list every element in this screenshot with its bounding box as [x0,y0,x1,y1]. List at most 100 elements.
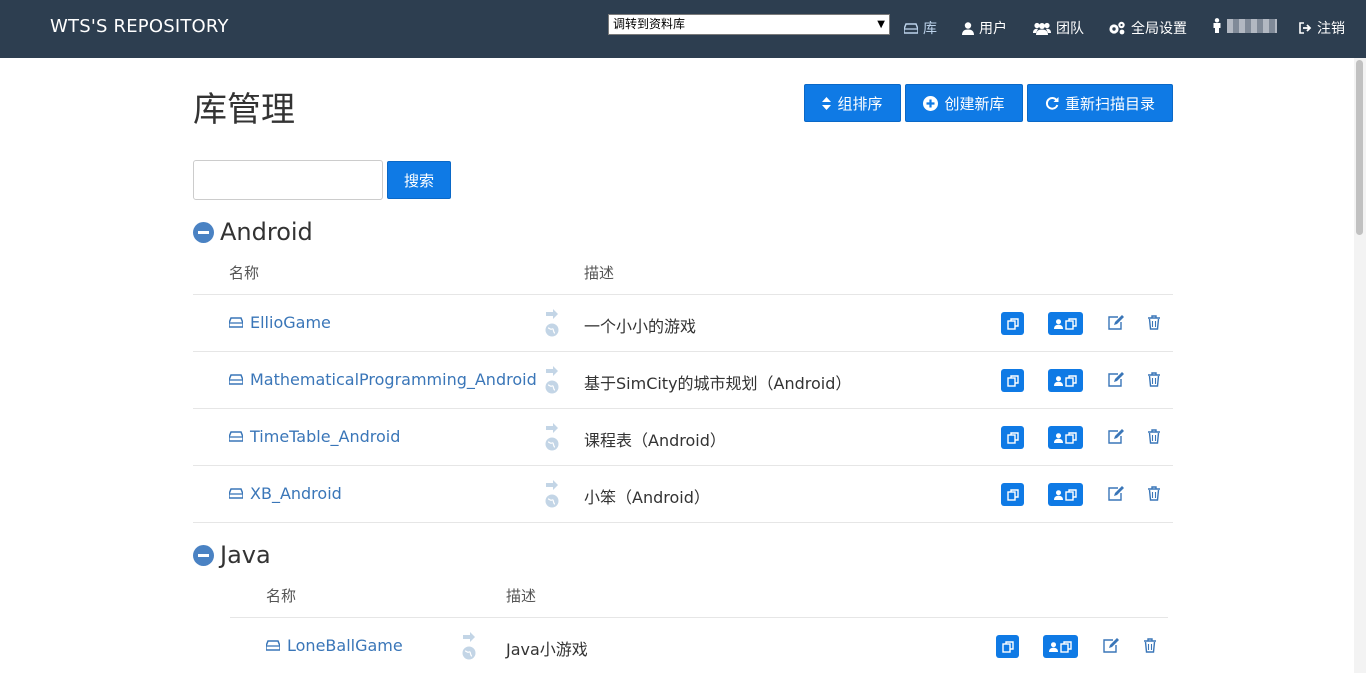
refresh-icon [1045,97,1059,110]
page-scrollbar[interactable] [1354,58,1366,673]
globe-icon [545,437,559,451]
copy-icon [1006,431,1019,444]
share-arrow-icon [546,480,558,490]
sort-groups-button[interactable]: 组排序 [804,84,901,122]
search-button[interactable]: 搜索 [387,161,451,199]
globe-icon [462,646,476,660]
group-header-android[interactable]: Android [193,218,313,246]
share-arrow-icon [546,423,558,433]
repo-link[interactable]: LoneBallGame [266,636,403,655]
group-name: Java [220,541,271,569]
page-title: 库管理 [193,90,295,130]
search-input[interactable] [193,160,383,200]
trash-icon[interactable] [1144,638,1156,653]
hdd-icon [229,317,243,328]
row-divider [193,294,1173,295]
plus-circle-icon [923,95,939,111]
nav-repos-label: 库 [923,21,937,37]
nav-logout[interactable]: 注销 [1299,18,1345,38]
repo-description: 基于SimCity的城市规划（Android） [584,374,852,393]
collapse-minus-icon[interactable] [193,544,214,566]
nav-logout-label: 注销 [1317,21,1345,37]
trash-icon[interactable] [1148,486,1160,501]
copy-repo-button[interactable] [1001,369,1024,392]
user-icon [1054,375,1063,386]
repo-name: XB_Android [250,484,342,503]
user-copy-button[interactable] [1048,312,1083,335]
rescan-directory-button[interactable]: 重新扫描目录 [1027,84,1173,122]
repo-name: LoneBallGame [287,636,403,655]
copy-icon [1065,317,1077,330]
copy-repo-button[interactable] [1001,312,1024,335]
copy-repo-button[interactable] [1001,426,1024,449]
repo-link[interactable]: EllioGame [229,313,331,332]
rescan-directory-label: 重新扫描目录 [1064,94,1155,113]
repo-description: Java小游戏 [506,640,588,659]
hdd-icon [229,488,243,499]
nav-global-settings[interactable]: 全局设置 [1108,18,1187,38]
edit-icon[interactable] [1108,486,1124,501]
trash-icon[interactable] [1148,429,1160,444]
user-icon [1054,432,1063,443]
hdd-icon [904,22,918,34]
row-divider [193,351,1173,352]
column-header-name: 名称 [229,264,260,282]
nav-current-user[interactable] [1212,18,1277,33]
blurred-username [1227,18,1277,33]
collapse-minus-icon[interactable] [193,221,214,243]
copy-icon [1006,374,1019,387]
user-copy-button[interactable] [1048,483,1083,506]
share-arrow-icon [546,309,558,319]
repo-link[interactable]: TimeTable_Android [229,427,400,446]
column-header-description: 描述 [506,587,537,605]
copy-icon [1006,488,1019,501]
repo-status-icons [545,480,559,508]
repo-link[interactable]: XB_Android [229,484,342,503]
user-copy-button[interactable] [1048,369,1083,392]
user-icon [1054,318,1063,329]
nav-users-label: 用户 [979,21,1007,37]
user-copy-button[interactable] [1043,635,1078,658]
hdd-icon [229,374,243,385]
repo-status-icons [462,632,476,660]
group-header-java[interactable]: Java [193,541,271,569]
copy-repo-button[interactable] [996,635,1019,658]
create-repo-label: 创建新库 [944,94,1005,113]
repo-name: EllioGame [250,313,331,332]
trash-icon[interactable] [1148,315,1160,330]
nav-repos[interactable]: 库 [904,18,937,38]
copy-icon [1065,488,1077,501]
scrollbar-thumb[interactable] [1356,60,1363,235]
user-copy-button[interactable] [1048,426,1083,449]
copy-icon [1065,431,1077,444]
sort-icon [822,96,832,110]
repo-link[interactable]: MathematicalProgramming_Android [229,370,537,389]
cogs-icon [1109,21,1125,35]
trash-icon[interactable] [1148,372,1160,387]
column-header-description: 描述 [584,264,615,282]
create-repo-button[interactable]: 创建新库 [905,84,1023,122]
edit-icon[interactable] [1103,638,1119,653]
person-icon [1213,18,1221,33]
copy-icon [1006,317,1019,330]
group-name: Android [220,218,313,246]
top-navbar: WTS'S REPOSITORY 调转到资料库 ▼ 库 用户 团队 全局设置 注… [0,0,1366,58]
globe-icon [545,380,559,394]
repo-description: 一个小小的游戏 [584,317,697,336]
group-icon [1033,22,1051,35]
edit-icon[interactable] [1108,315,1124,330]
nav-users[interactable]: 用户 [962,18,1007,38]
user-icon [1049,641,1058,652]
repo-jump-select-value: 调转到资料库 [613,17,686,31]
user-icon [1054,489,1063,500]
brand-title[interactable]: WTS'S REPOSITORY [50,16,229,37]
nav-global-settings-label: 全局设置 [1131,21,1187,37]
repo-description: 课程表（Android） [584,431,726,450]
edit-icon[interactable] [1108,372,1124,387]
copy-repo-button[interactable] [1001,483,1024,506]
chevron-down-icon: ▼ [877,19,885,30]
repo-description: 小笨（Android） [584,488,710,507]
nav-teams[interactable]: 团队 [1033,18,1084,38]
repo-jump-select[interactable]: 调转到资料库 ▼ [608,14,890,35]
edit-icon[interactable] [1108,429,1124,444]
